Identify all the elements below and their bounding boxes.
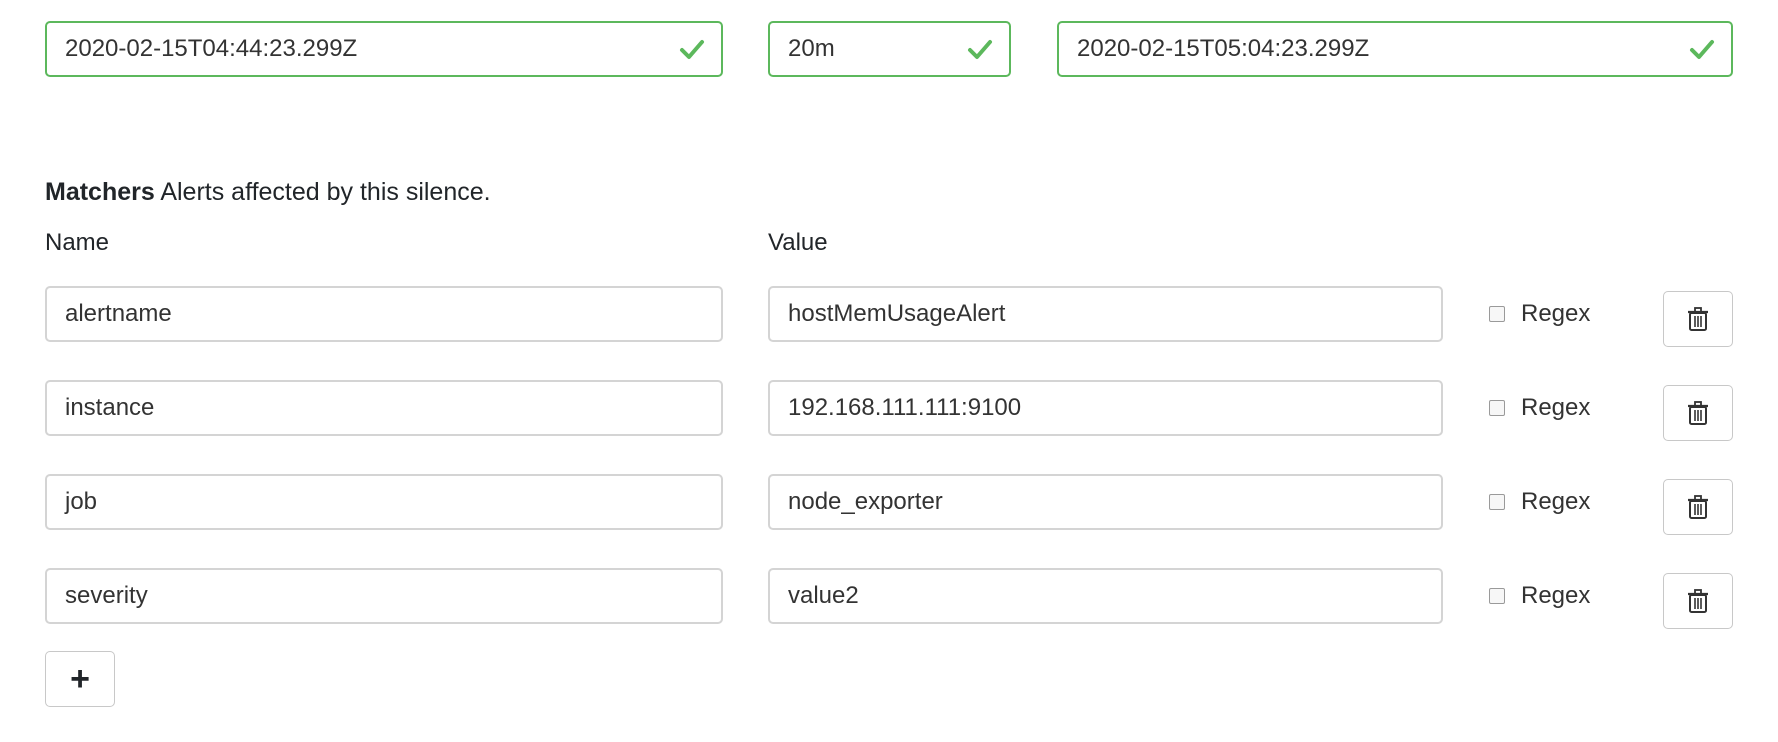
- matcher-value-value: hostMemUsageAlert: [788, 300, 1006, 327]
- check-icon: [1690, 40, 1714, 59]
- trash-icon: [1687, 307, 1709, 331]
- matcher-name-input[interactable]: severity: [45, 568, 723, 624]
- matcher-name-value: instance: [65, 394, 155, 421]
- regex-toggle[interactable]: Regex: [1489, 474, 1590, 530]
- check-icon: [968, 40, 992, 59]
- name-column-header: Name: [45, 229, 110, 256]
- matcher-value-input[interactable]: hostMemUsageAlert: [768, 286, 1443, 342]
- regex-checkbox[interactable]: [1489, 588, 1505, 604]
- matcher-value-input[interactable]: value2: [768, 568, 1443, 624]
- regex-label: Regex: [1521, 582, 1591, 609]
- matcher-value-input[interactable]: node_exporter: [768, 474, 1443, 530]
- regex-toggle[interactable]: Regex: [1489, 568, 1590, 624]
- end-value: 2020-02-15T05:04:23.299Z: [1077, 35, 1370, 62]
- delete-matcher-button[interactable]: [1663, 385, 1733, 441]
- matcher-value-value: 192.168.111.111:9100: [788, 394, 1022, 421]
- matcher-name-input[interactable]: job: [45, 474, 723, 530]
- regex-label: Regex: [1521, 300, 1591, 327]
- matcher-name-value: job: [65, 488, 98, 515]
- matcher-name-input[interactable]: alertname: [45, 286, 723, 342]
- matcher-value-value: node_exporter: [788, 488, 943, 515]
- matcher-value-value: value2: [788, 582, 859, 609]
- add-matcher-button[interactable]: +: [45, 651, 115, 707]
- matcher-value-input[interactable]: 192.168.111.111:9100: [768, 380, 1443, 436]
- start-field[interactable]: 2020-02-15T04:44:23.299Z: [45, 21, 723, 77]
- matcher-name-value: severity: [65, 582, 148, 609]
- regex-label: Regex: [1521, 394, 1591, 421]
- start-value: 2020-02-15T04:44:23.299Z: [65, 35, 358, 62]
- trash-icon: [1687, 495, 1709, 519]
- regex-checkbox[interactable]: [1489, 494, 1505, 510]
- trash-icon: [1687, 401, 1709, 425]
- check-icon: [680, 40, 704, 59]
- regex-checkbox[interactable]: [1489, 400, 1505, 416]
- matchers-title: Matchers Alerts affected by this silence…: [45, 178, 491, 207]
- regex-label: Regex: [1521, 488, 1591, 515]
- regex-checkbox[interactable]: [1489, 306, 1505, 322]
- matchers-title-bold: Matchers: [45, 178, 155, 206]
- end-field[interactable]: 2020-02-15T05:04:23.299Z: [1057, 21, 1733, 77]
- matchers-description: Alerts affected by this silence.: [154, 178, 491, 206]
- regex-toggle[interactable]: Regex: [1489, 380, 1590, 436]
- trash-icon: [1687, 589, 1709, 613]
- delete-matcher-button[interactable]: [1663, 291, 1733, 347]
- regex-toggle[interactable]: Regex: [1489, 286, 1590, 342]
- duration-field[interactable]: 20m: [768, 21, 1011, 77]
- matcher-name-value: alertname: [65, 300, 172, 327]
- matcher-name-input[interactable]: instance: [45, 380, 723, 436]
- value-column-header: Value: [768, 229, 828, 256]
- duration-value: 20m: [788, 35, 835, 62]
- delete-matcher-button[interactable]: [1663, 479, 1733, 535]
- delete-matcher-button[interactable]: [1663, 573, 1733, 629]
